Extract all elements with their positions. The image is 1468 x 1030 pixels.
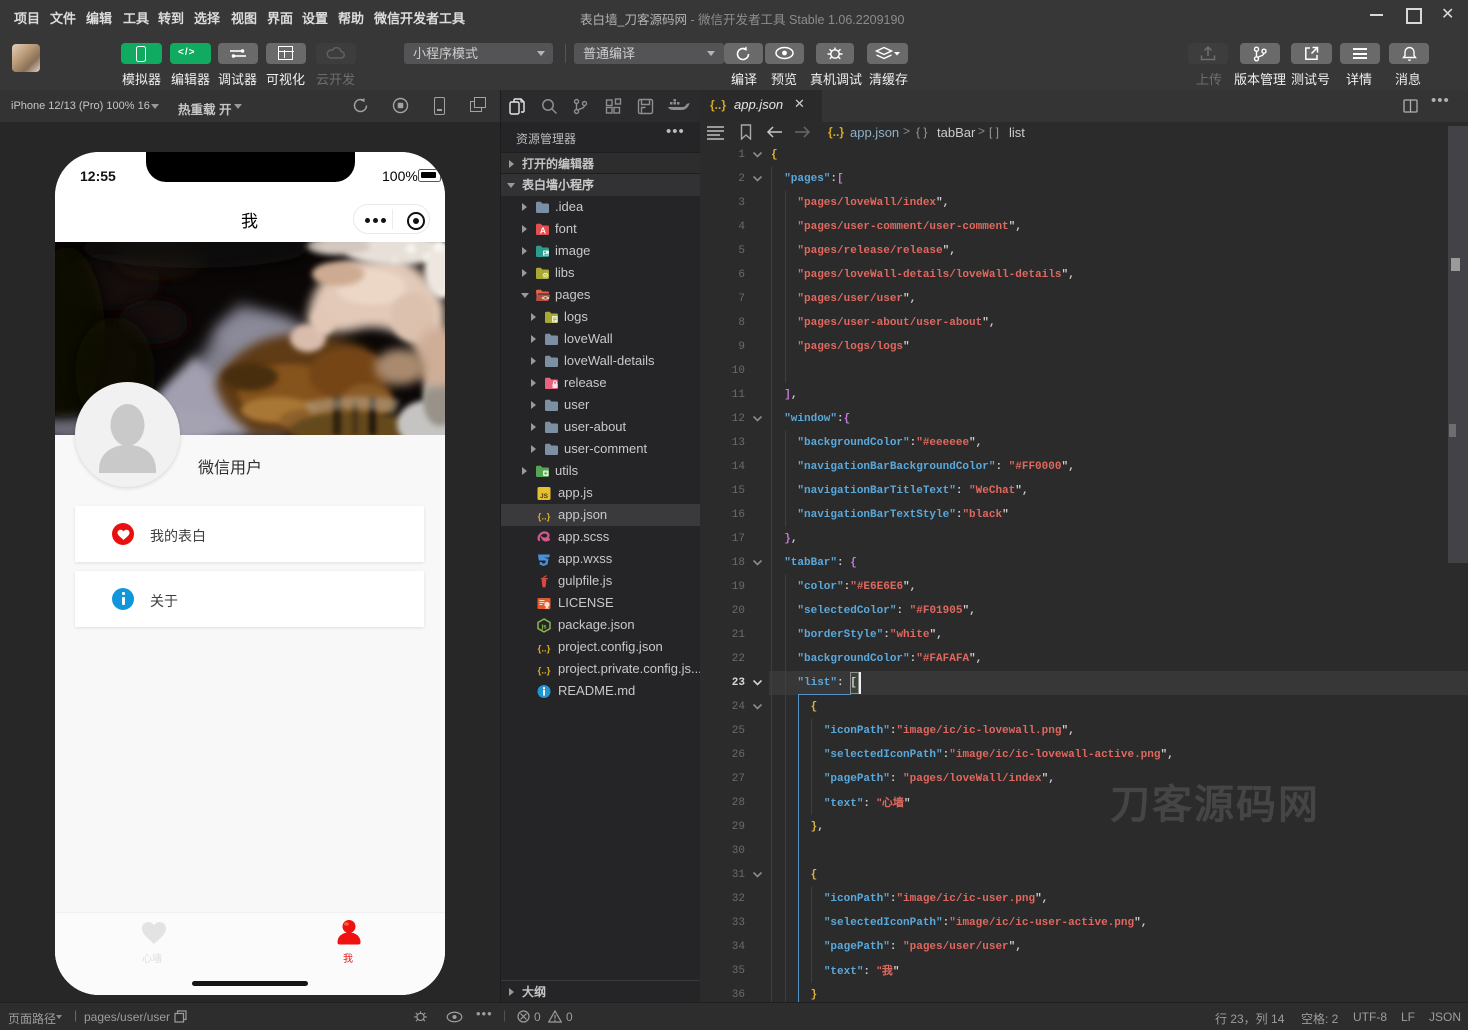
svg-text:js: js — [540, 625, 547, 631]
svg-text:{..}: {..} — [538, 512, 551, 523]
svg-text:{..}: {..} — [538, 644, 551, 655]
svg-text:JS: JS — [540, 493, 549, 500]
svg-text:⚙: ⚙ — [543, 273, 548, 280]
svg-text:A: A — [540, 226, 546, 236]
svg-text:<>: <> — [542, 295, 550, 302]
svg-text:{..}: {..} — [538, 666, 551, 677]
